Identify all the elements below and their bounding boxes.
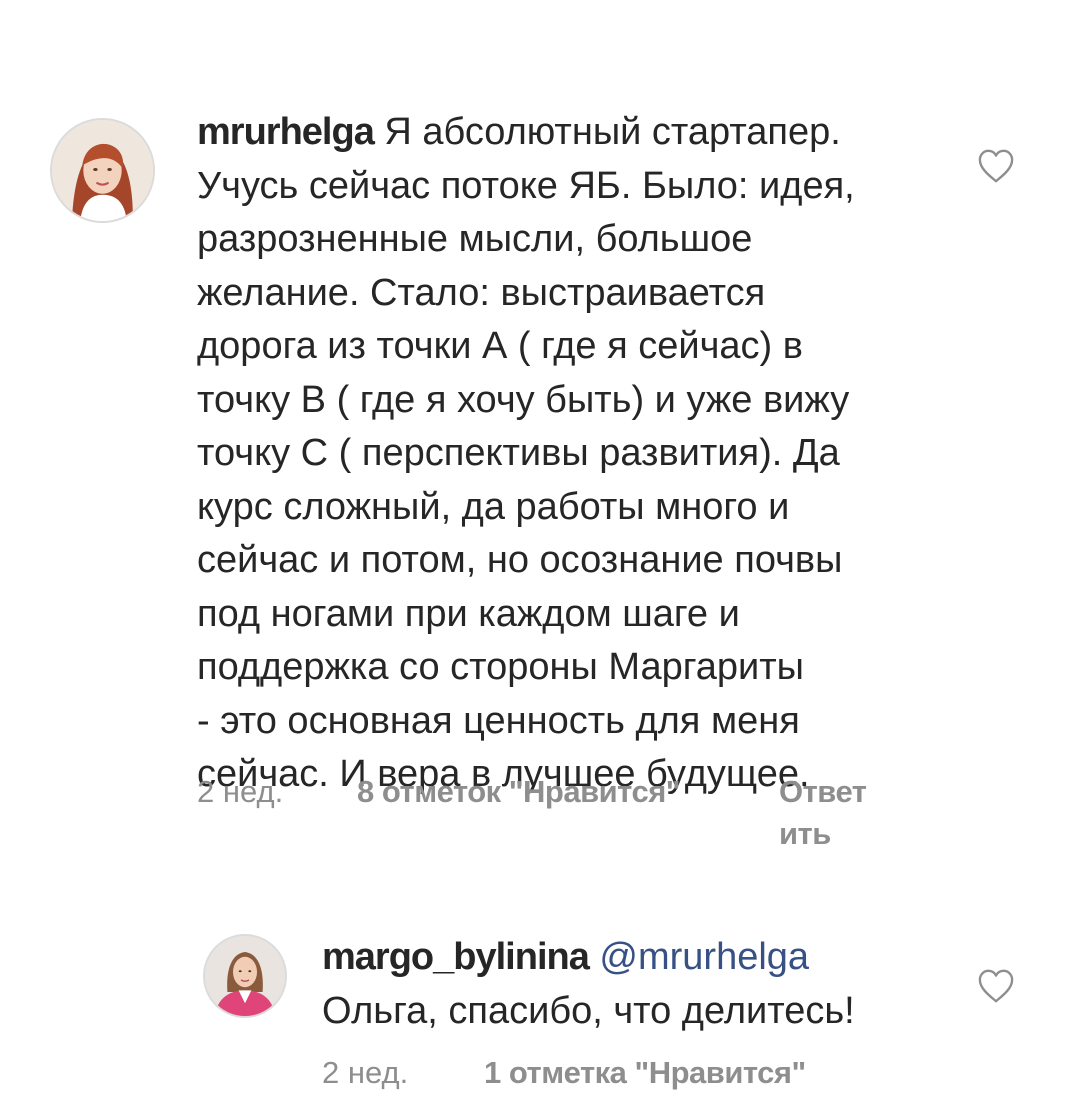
reply-comment-item: margo_bylinina @mrurhelga Ольга, спасибо…	[0, 900, 1074, 1115]
reply-button[interactable]: Ответ ить	[779, 771, 889, 855]
avatar[interactable]	[50, 118, 155, 223]
profile-photo-icon	[205, 936, 285, 1016]
heart-outline-icon	[978, 969, 1014, 1003]
reply-label: ить	[779, 816, 831, 851]
comment-text: mrurhelga Я абсолютный стартапер. Учусь …	[197, 106, 937, 802]
comment-line: точку В ( где я хочу быть) и уже вижу	[197, 378, 850, 421]
comment-line: поддержка со стороны Маргариты	[197, 646, 804, 688]
comment-first-line: mrurhelga Я абсолютный стартапер.	[197, 106, 937, 160]
profile-photo-icon	[52, 120, 153, 221]
comment-time: 2 нед.	[322, 1055, 409, 1090]
comment-line: курс сложный, да работы много и	[197, 485, 790, 528]
comment-time: 2 нед.	[197, 774, 284, 809]
comment-line: разрозненные мысли, большое	[197, 218, 753, 260]
likes-count-link[interactable]: 8 отметок "Нравится"	[357, 771, 680, 813]
comment-line: Учусь сейчас потоке ЯБ. Было: идея,	[197, 164, 855, 207]
heart-outline-icon	[978, 149, 1014, 183]
comment-line: дорога из точки А ( где я сейчас) в	[197, 325, 803, 367]
comment-line: Ольга, спасибо, что делитесь!	[322, 989, 855, 1032]
likes-count-link[interactable]: 1 отметка "Нравится"	[484, 1052, 806, 1094]
mention-link[interactable]: @mrurhelga	[599, 936, 809, 978]
avatar[interactable]	[203, 934, 287, 1018]
comment-line: желание. Стало: выстраивается	[197, 271, 766, 314]
comment-line: под ногами при каждом шаге и	[197, 592, 740, 635]
username[interactable]: mrurhelga	[197, 111, 375, 153]
comment-line: точку С ( перспективы развития). Да	[197, 432, 840, 474]
comment-item: mrurhelga Я абсолютный стартапер. Учусь …	[0, 0, 1074, 880]
like-button[interactable]	[977, 968, 1015, 1004]
like-button[interactable]	[977, 148, 1015, 184]
comment-line: Я абсолютный стартапер.	[384, 111, 841, 153]
comment-text: margo_bylinina @mrurhelga Ольга, спасибо…	[322, 931, 942, 1038]
comment-line: - это основная ценность для меня	[197, 699, 800, 742]
reply-label: Ответ	[779, 774, 867, 809]
comment-first-line: margo_bylinina @mrurhelga	[322, 931, 942, 985]
username[interactable]: margo_bylinina	[322, 936, 590, 978]
comment-line: сейчас и потом, но осознание почвы	[197, 539, 843, 581]
